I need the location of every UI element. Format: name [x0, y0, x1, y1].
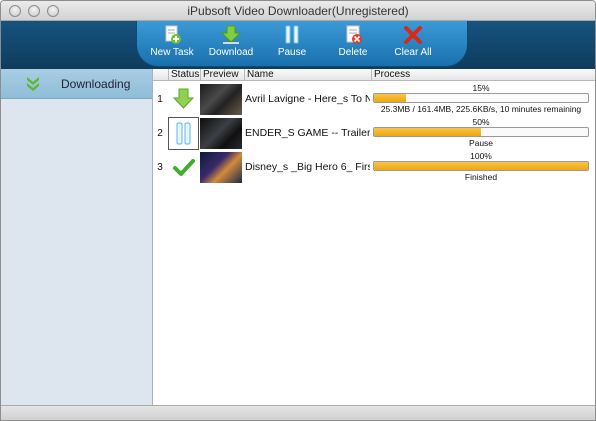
row-status	[168, 83, 199, 116]
clear-all-label: Clear All	[394, 47, 432, 58]
progress-detail: 25.3MB / 161.4MB, 225.6KB/s, 10 minutes …	[380, 104, 582, 114]
video-thumbnail	[200, 84, 242, 115]
video-thumbnail	[200, 118, 242, 149]
finished-check-icon	[173, 159, 195, 176]
download-button[interactable]: Download	[203, 25, 259, 63]
window-title: iPubsoft Video Downloader(Unregistered)	[187, 4, 409, 18]
column-header-status[interactable]: Status	[168, 69, 200, 81]
new-task-icon	[165, 25, 181, 44]
progress-bar	[373, 93, 589, 103]
table-row[interactable]: 3 Disney_s _Big Hero 6_ First L 100% Fin…	[153, 151, 595, 184]
app-window: iPubsoft Video Downloader(Unregistered) …	[0, 0, 596, 421]
table-row[interactable]: 2 ENDER_S GAME -- Trailer19 50% Pause	[153, 117, 595, 150]
clear-all-icon	[404, 26, 422, 44]
progress-percent: 100%	[470, 151, 492, 161]
row-status	[168, 117, 199, 150]
title-bar: iPubsoft Video Downloader(Unregistered)	[1, 1, 595, 21]
new-task-button[interactable]: New Task	[144, 25, 200, 63]
downloading-arrow-icon	[172, 88, 195, 109]
delete-label: Delete	[338, 47, 368, 58]
column-header-name[interactable]: Name	[244, 69, 371, 81]
clear-all-button[interactable]: Clear All	[385, 25, 441, 63]
sidebar: Downloading	[1, 69, 153, 405]
video-name: Disney_s _Big Hero 6_ First L	[245, 161, 370, 173]
download-label: Download	[208, 47, 254, 58]
row-number: 2	[157, 128, 163, 139]
column-header-preview[interactable]: Preview	[200, 69, 244, 81]
row-number: 3	[157, 162, 163, 173]
progress-percent: 50%	[472, 117, 490, 127]
status-bar	[1, 405, 595, 420]
sidebar-item-label: Downloading	[61, 77, 131, 91]
table-header: Status Preview Name Process	[153, 69, 595, 81]
video-name: Avril Lavigne - Here_s To Ne	[245, 93, 370, 105]
progress-percent: 15%	[472, 83, 490, 93]
progress-bar-fill	[374, 94, 407, 102]
table-row[interactable]: 1 Avril Lavigne - Here_s To Ne 15% 25.3M…	[153, 83, 595, 116]
progress-detail: Pause	[468, 138, 494, 148]
delete-button[interactable]: Delete	[325, 25, 381, 63]
sidebar-item-downloading[interactable]: Downloading	[1, 69, 152, 99]
row-status	[168, 151, 199, 184]
downloading-icon	[27, 77, 39, 91]
paused-icon	[176, 122, 191, 145]
pause-label: Pause	[277, 47, 307, 58]
download-table: Status Preview Name Process 1 Avril Lavi…	[153, 69, 595, 405]
progress-bar	[373, 127, 589, 137]
pause-icon	[285, 25, 299, 44]
toolbar-button-group: New Task Download Pause Delete Clear All	[136, 21, 468, 67]
new-task-label: New Task	[150, 47, 194, 58]
column-header-process[interactable]: Process	[371, 69, 595, 81]
progress-bar-fill	[374, 162, 588, 170]
row-number: 1	[157, 94, 163, 105]
video-thumbnail	[200, 152, 242, 183]
progress-bar-fill	[374, 128, 481, 136]
toolbar: New Task Download Pause Delete Clear All	[1, 21, 595, 69]
pause-button[interactable]: Pause	[264, 25, 320, 63]
progress-detail: Finished	[464, 172, 498, 182]
download-icon	[220, 25, 242, 44]
column-header-index	[153, 69, 168, 81]
progress-bar	[373, 161, 589, 171]
delete-icon	[346, 25, 362, 44]
video-name: ENDER_S GAME -- Trailer19	[245, 127, 370, 139]
